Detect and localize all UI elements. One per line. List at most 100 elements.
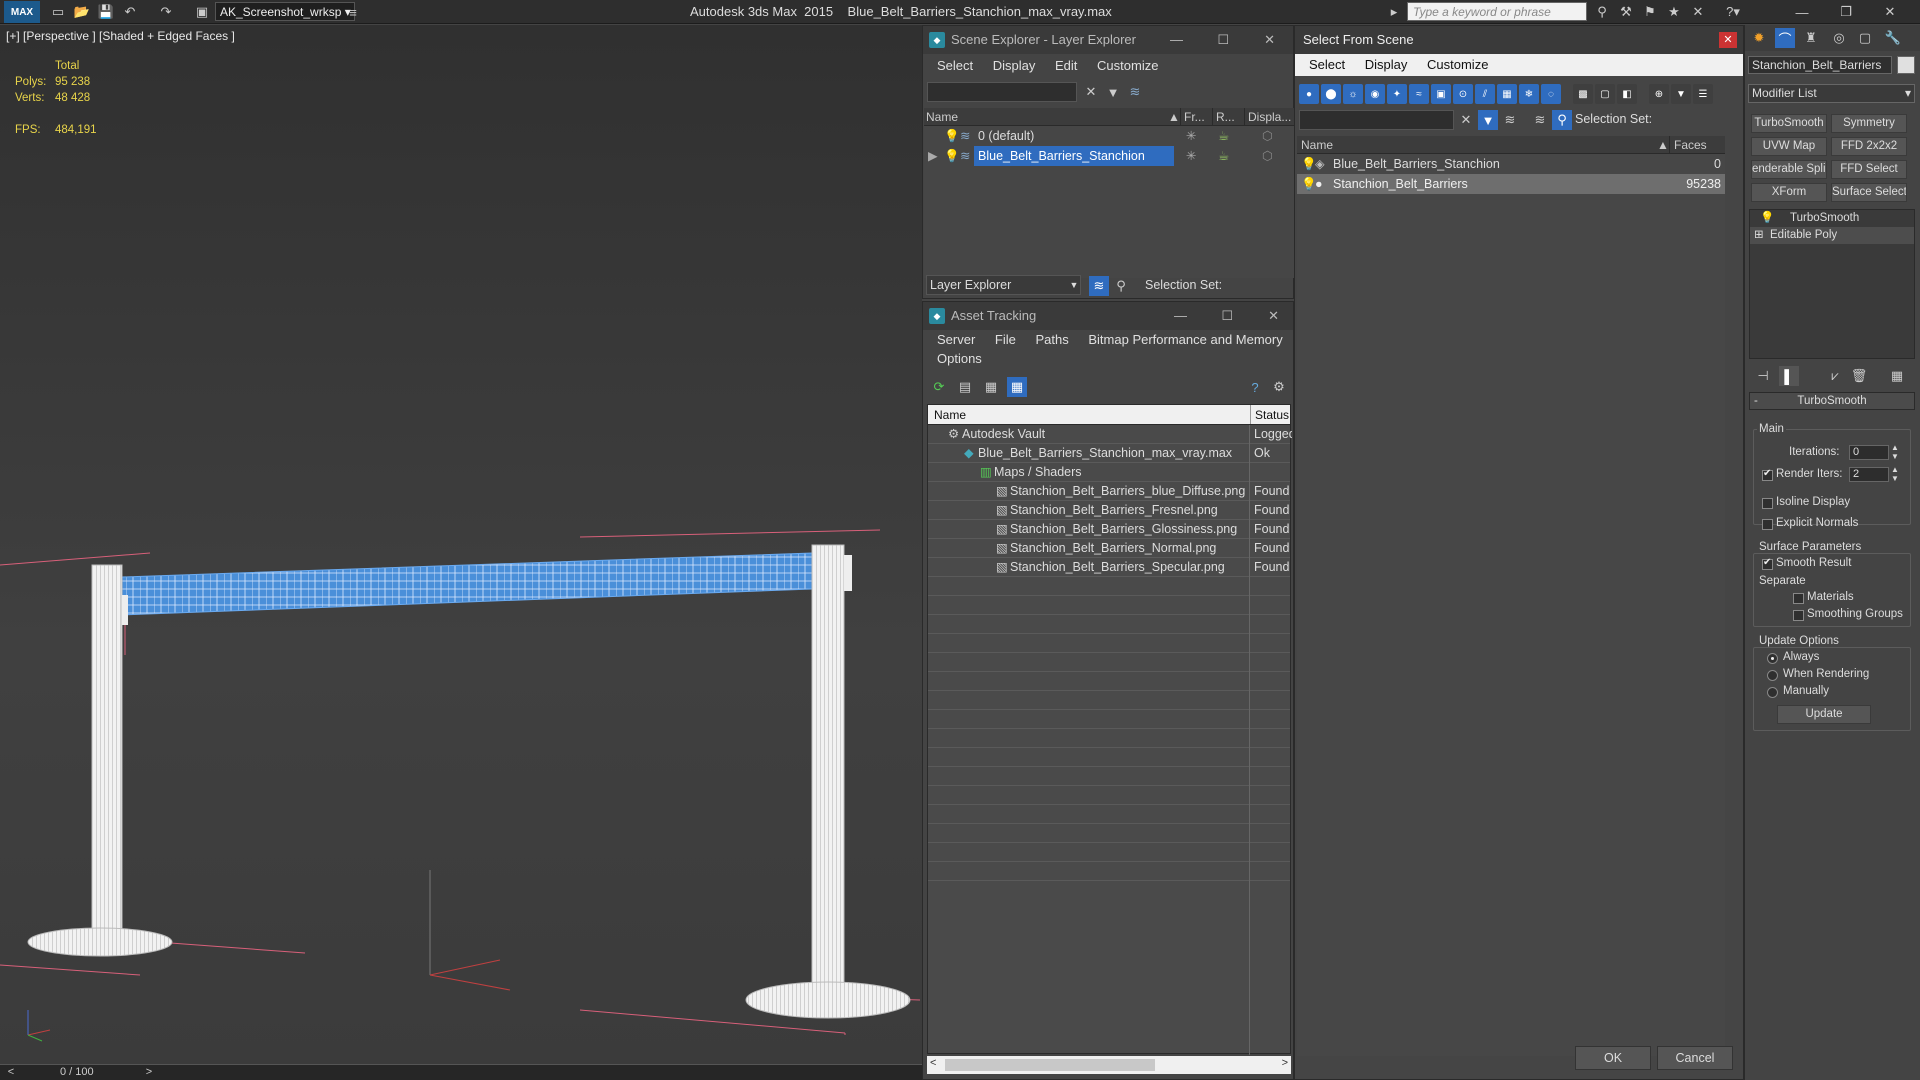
next-frame-icon[interactable]: >: [142, 1065, 156, 1079]
right-base[interactable]: [745, 981, 911, 1019]
display-frozen-icon[interactable]: ❄: [1519, 84, 1539, 104]
render-teapot-icon[interactable]: ☕: [1218, 146, 1229, 166]
renderable-spline-button[interactable]: enderable Splir: [1751, 160, 1827, 179]
redo-icon[interactable]: ↷: [156, 3, 176, 21]
filter-options-icon[interactable]: ▼: [1671, 84, 1691, 104]
make-unique-icon[interactable]: ⩗: [1825, 366, 1845, 386]
subscription-icon[interactable]: ⚒: [1616, 3, 1636, 21]
project-folder-icon[interactable]: ▣: [192, 3, 212, 21]
close-icon[interactable]: ✕: [1719, 32, 1737, 48]
settings-icon[interactable]: ⚙: [1269, 377, 1289, 397]
perspective-viewport[interactable]: [+] [Perspective ] [Shaded + Edged Faces…: [0, 25, 922, 1064]
object-row-selected[interactable]: 💡 ● Stanchion_Belt_Barriers 95238: [1297, 174, 1725, 194]
display-geometry-icon[interactable]: ●: [1299, 84, 1319, 104]
create-tab-icon[interactable]: ✹: [1749, 28, 1769, 48]
asset-row[interactable]: ▧ Stanchion_Belt_Barriers_Specular.png Fou…: [928, 558, 1290, 577]
menu-display[interactable]: Display: [993, 58, 1036, 73]
prev-frame-icon[interactable]: <: [4, 1065, 18, 1079]
object-name-field[interactable]: Stanchion_Belt_Barriers: [1748, 56, 1892, 74]
display-groups-icon[interactable]: ▣: [1431, 84, 1451, 104]
layer-row[interactable]: 💡 ≋ 0 (default) ✳ ☕ ⬡: [924, 126, 1294, 146]
column-faces[interactable]: Faces: [1669, 136, 1725, 153]
maximize-icon[interactable]: ☐: [1221, 302, 1233, 330]
smooth-result-checkbox[interactable]: [1762, 557, 1773, 570]
binoculars-icon[interactable]: ⚲: [1592, 3, 1612, 21]
display-icon[interactable]: ⬡: [1262, 126, 1273, 146]
asset-row[interactable]: ◆ Blue_Belt_Barriers_Stanchion_max_vray.m…: [928, 444, 1290, 463]
close-icon[interactable]: ✕: [1264, 26, 1275, 54]
display-bones-icon[interactable]: ⫽: [1475, 84, 1495, 104]
save-file-icon[interactable]: 💾: [96, 3, 116, 21]
help-icon[interactable]: ?: [1245, 377, 1265, 397]
display-containers-icon[interactable]: ▦: [1497, 84, 1517, 104]
column-name[interactable]: Name: [926, 108, 958, 125]
materials-checkbox[interactable]: [1793, 593, 1804, 604]
display-icon[interactable]: ⬡: [1262, 146, 1273, 166]
search-arrow-icon[interactable]: ▸: [1384, 3, 1404, 21]
invert-display-icon[interactable]: ◧: [1617, 84, 1637, 104]
restore-icon[interactable]: ❐: [1836, 3, 1856, 21]
scene-explorer-titlebar[interactable]: ◆ Scene Explorer - Layer Explorer — ☐ ✕: [923, 26, 1293, 54]
show-end-result-icon[interactable]: ▌: [1779, 366, 1799, 386]
display-none-icon[interactable]: ▢: [1595, 84, 1615, 104]
render-teapot-icon[interactable]: ☕: [1218, 126, 1229, 146]
table-view-icon[interactable]: ▦: [1007, 377, 1027, 397]
asset-row[interactable]: ▧ Stanchion_Belt_Barriers_Fresnel.png Foun…: [928, 501, 1290, 520]
display-xrefs-icon[interactable]: ⊙: [1453, 84, 1473, 104]
menu-bitmap-performance[interactable]: Bitmap Performance and Memory: [1088, 332, 1282, 347]
object-name[interactable]: Stanchion_Belt_Barriers: [1333, 174, 1468, 194]
minimize-icon[interactable]: —: [1174, 302, 1187, 330]
menu-customize[interactable]: Customize: [1097, 58, 1158, 73]
pin-stack-icon[interactable]: ⊣: [1753, 366, 1773, 386]
sync-selection-icon[interactable]: ⊕: [1649, 84, 1669, 104]
turbosmooth-button[interactable]: TurboSmooth: [1751, 114, 1827, 133]
render-iters-spinner[interactable]: 2: [1849, 467, 1889, 482]
display-lights-icon[interactable]: ☼: [1343, 84, 1363, 104]
utilities-tab-icon[interactable]: 🔧: [1883, 28, 1903, 48]
modifier-list-dropdown[interactable]: Modifier List ▾: [1748, 84, 1915, 103]
asset-row[interactable]: ▥ Maps / Shaders: [928, 463, 1290, 482]
time-slider[interactable]: < 0 / 100 >: [0, 1064, 922, 1080]
menu-file[interactable]: File: [995, 332, 1016, 347]
communication-icon[interactable]: ⚑: [1640, 3, 1660, 21]
display-cameras-icon[interactable]: ◉: [1365, 84, 1385, 104]
scroll-left-icon[interactable]: <: [930, 1057, 936, 1069]
asset-row[interactable]: ▧ Stanchion_Belt_Barriers_Glossiness.png F…: [928, 520, 1290, 539]
clear-find-icon[interactable]: ✕: [1456, 110, 1476, 130]
asset-row[interactable]: ▧ Stanchion_Belt_Barriers_Normal.png Found: [928, 539, 1290, 558]
horizontal-scrollbar[interactable]: < >: [927, 1056, 1291, 1074]
manually-radio[interactable]: [1767, 687, 1778, 698]
close-icon[interactable]: ✕: [1268, 302, 1279, 330]
when-rendering-radio[interactable]: [1767, 670, 1778, 681]
hierarchy-mode-icon[interactable]: ⚲: [1552, 110, 1572, 130]
column-status[interactable]: Status: [1250, 405, 1289, 424]
symmetry-button[interactable]: Symmetry: [1831, 114, 1907, 133]
display-hidden-icon[interactable]: ◌: [1541, 84, 1561, 104]
configure-sets-icon[interactable]: ▦: [1887, 366, 1907, 386]
column-display[interactable]: Displa...: [1244, 108, 1291, 125]
undo-icon[interactable]: ↶: [120, 3, 140, 21]
xform-button[interactable]: XForm: [1751, 183, 1827, 202]
object-name[interactable]: Blue_Belt_Barriers_Stanchion: [1333, 154, 1500, 174]
close-search-icon[interactable]: ✕: [1688, 3, 1708, 21]
always-radio[interactable]: [1767, 653, 1778, 664]
uvw-map-button[interactable]: UVW Map: [1751, 137, 1827, 156]
menu-select[interactable]: Select: [937, 58, 973, 73]
chevron-down-icon[interactable]: ▼: [1067, 278, 1081, 292]
isoline-display-checkbox[interactable]: [1762, 498, 1773, 509]
select-dependents-icon[interactable]: ☰: [1693, 84, 1713, 104]
asset-row[interactable]: ⚙ Autodesk Vault Logged: [928, 425, 1292, 444]
scroll-right-icon[interactable]: >: [1282, 1057, 1288, 1069]
favorites-icon[interactable]: ★: [1664, 3, 1684, 21]
display-tab-icon[interactable]: ▢: [1855, 28, 1875, 48]
layer-name-selected[interactable]: Blue_Belt_Barriers_Stanchion: [974, 146, 1174, 166]
layer-name[interactable]: 0 (default): [978, 126, 1034, 146]
iterations-spinner[interactable]: 0: [1849, 445, 1889, 460]
workspace-dropdown[interactable]: AK_Screenshot_wrksp ▾: [215, 2, 355, 21]
blue-belt[interactable]: [121, 552, 813, 616]
column-render[interactable]: R...: [1212, 108, 1235, 125]
smoothing-groups-checkbox[interactable]: [1793, 610, 1804, 621]
layer-row[interactable]: ▶ 💡 ≋ Blue_Belt_Barriers_Stanchion ✳ ☕ ⬡: [924, 146, 1294, 166]
object-row[interactable]: 💡 ◈ Blue_Belt_Barriers_Stanchion 0: [1297, 154, 1725, 174]
menu-options[interactable]: Options: [937, 351, 982, 366]
